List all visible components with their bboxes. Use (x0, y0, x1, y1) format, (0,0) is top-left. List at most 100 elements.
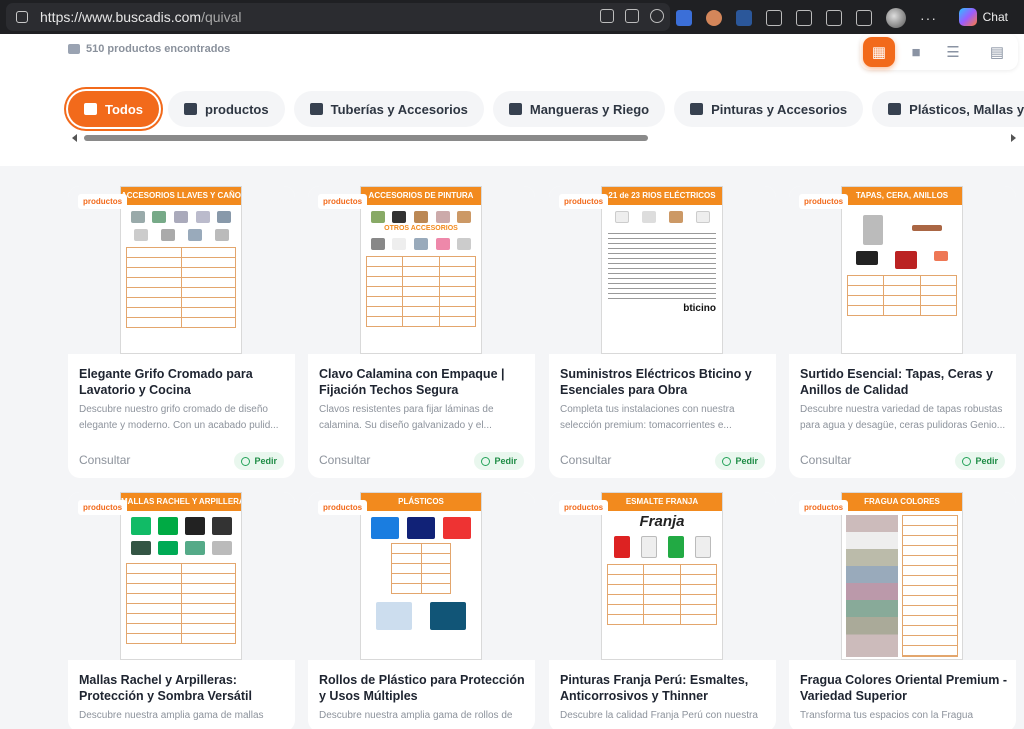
product-image[interactable]: TAPAS, CERA, ANILLOS (841, 186, 963, 354)
site-info-icon[interactable] (16, 11, 28, 23)
tab-label: productos (205, 101, 269, 117)
box-icon (888, 103, 902, 115)
whatsapp-icon (962, 456, 972, 466)
product-title[interactable]: Fragua Colores Oriental Premium - Varied… (800, 672, 1010, 704)
product-description: Descubre nuestra variedad de tapas robus… (800, 404, 1006, 431)
tab-mangueras[interactable]: Mangueras y Riego (492, 91, 666, 127)
category-tabs: Todos productos Tuberías y Accesorios Ma… (68, 91, 1024, 127)
category-badge: productos (318, 500, 368, 515)
tab-tuberias[interactable]: Tuberías y Accesorios (293, 91, 484, 127)
category-badge: productos (318, 194, 368, 209)
category-badge: productos (78, 500, 128, 515)
product-card[interactable]: ACCESORIOS DE PINTURA OTROS ACCESORIOS p… (308, 186, 535, 478)
product-title[interactable]: Surtido Esencial: Tapas, Ceras y Anillos… (800, 366, 1010, 398)
translate-icon[interactable] (676, 10, 692, 26)
price-consult: Consultar (800, 453, 852, 467)
product-card[interactable]: PLÁSTICOS productos Rollos de Plástico p… (308, 492, 535, 729)
document-view-icon[interactable]: ▤ (981, 37, 1013, 67)
image-subheading: OTROS ACCESORIOS (384, 225, 458, 232)
whatsapp-icon (481, 456, 491, 466)
tab-todos[interactable]: Todos (68, 91, 160, 127)
product-description: Completa tus instalaciones con nuestra s… (560, 404, 735, 431)
product-image-area: ACCESORIOS DE PINTURA OTROS ACCESORIOS p… (308, 186, 535, 354)
product-image[interactable]: ACCESORIOS LLAVES Y CAÑOS (120, 186, 242, 354)
product-title[interactable]: Mallas Rachel y Arpilleras: Protección y… (79, 672, 289, 704)
image-heading: PLÁSTICOS (361, 493, 481, 511)
product-image-area: FRAGUA COLORES productos (789, 492, 1016, 660)
product-image-area: MALLAS RACHEL Y ARPILLERAS productos (68, 492, 295, 660)
product-image-area: ACCESORIOS LLAVES Y CAÑOS productos (68, 186, 295, 354)
spec-list (608, 229, 716, 299)
scroll-left-arrow-icon[interactable] (72, 134, 77, 142)
favorite-star-icon[interactable] (650, 9, 664, 23)
image-heading: ACCESORIOS DE PINTURA (361, 187, 481, 205)
product-card[interactable]: TAPAS, CERA, ANILLOS productos Surtido E… (789, 186, 1016, 478)
whatsapp-icon (241, 456, 251, 466)
address-bar[interactable]: https://www.buscadis.com/quival (6, 3, 670, 31)
list-view-icon[interactable]: ☰ (937, 37, 969, 67)
share-icon[interactable] (856, 10, 872, 26)
product-image[interactable]: ACCESORIOS DE PINTURA OTROS ACCESORIOS (360, 186, 482, 354)
screenshot-icon[interactable] (826, 10, 842, 26)
price-consult: Consultar (319, 453, 371, 467)
order-button[interactable]: Pedir (474, 452, 524, 470)
product-card[interactable]: MALLAS RACHEL Y ARPILLERAS productos Mal… (68, 492, 295, 729)
image-heading: ESMALTE FRANJA (602, 493, 722, 511)
scroll-thumb[interactable] (84, 135, 648, 141)
scroll-right-arrow-icon[interactable] (1011, 134, 1016, 142)
order-label: Pedir (975, 456, 998, 466)
image-heading: MALLAS RACHEL Y ARPILLERAS (121, 493, 241, 511)
product-title[interactable]: Clavo Calamina con Empaque | Fijación Te… (319, 366, 529, 398)
product-title[interactable]: Rollos de Plástico para Protección y Uso… (319, 672, 529, 704)
word-extension-icon[interactable] (736, 10, 752, 26)
product-image[interactable]: 21 de 23 RIOS ELÉCTRICOS bticino (601, 186, 723, 354)
puzzle-extensions-icon[interactable] (766, 10, 782, 26)
product-description: Descubre nuestra amplia gama de rollos d… (319, 710, 513, 721)
product-image-area: 21 de 23 RIOS ELÉCTRICOS bticino product… (549, 186, 776, 354)
product-image[interactable]: ESMALTE FRANJA Franja (601, 492, 723, 660)
box-icon (508, 103, 522, 115)
color-table (902, 515, 958, 657)
product-card[interactable]: ACCESORIOS LLAVES Y CAÑOS productos Eleg… (68, 186, 295, 478)
image-heading: TAPAS, CERA, ANILLOS (842, 187, 962, 205)
filter-panel: 510 productos encontrados ▦ ■ ☰ ▤ Todos … (0, 34, 1024, 166)
favorites-icon[interactable] (796, 10, 812, 26)
order-button[interactable]: Pedir (234, 452, 284, 470)
price-consult: Consultar (560, 453, 612, 467)
tab-label: Pinturas y Accesorios (711, 101, 848, 117)
profile-avatar[interactable] (886, 8, 906, 28)
url-path: /quival (201, 9, 242, 25)
product-image-area: TAPAS, CERA, ANILLOS productos (789, 186, 1016, 354)
grid-view-icon[interactable]: ▦ (863, 37, 895, 67)
tab-pinturas[interactable]: Pinturas y Accesorios (674, 91, 864, 127)
apps-icon[interactable] (600, 9, 614, 23)
product-card[interactable]: FRAGUA COLORES productos Fragua Colores … (789, 492, 1016, 729)
product-card[interactable]: ESMALTE FRANJA Franja productos Pinturas… (549, 492, 776, 729)
results-count-text: 510 productos encontrados (86, 43, 231, 55)
category-scrollbar[interactable] (72, 134, 1016, 142)
product-image[interactable]: MALLAS RACHEL Y ARPILLERAS (120, 492, 242, 660)
price-consult: Consultar (79, 453, 131, 467)
extension-icon[interactable] (706, 10, 722, 26)
order-button[interactable]: Pedir (955, 452, 1005, 470)
tab-plasticos[interactable]: Plásticos, Mallas y Arpillera (872, 91, 1024, 127)
category-badge: productos (78, 194, 128, 209)
image-heading: FRAGUA COLORES (842, 493, 962, 511)
order-button[interactable]: Pedir (715, 452, 765, 470)
image-heading: 21 de 23 RIOS ELÉCTRICOS (602, 187, 722, 205)
product-title[interactable]: Elegante Grifo Cromado para Lavatorio y … (79, 366, 289, 398)
more-menu-icon[interactable]: ··· (920, 10, 937, 26)
single-view-icon[interactable]: ■ (900, 37, 932, 67)
reader-mode-icon[interactable] (625, 9, 639, 23)
tab-productos[interactable]: productos (168, 91, 285, 127)
product-card[interactable]: 21 de 23 RIOS ELÉCTRICOS bticino product… (549, 186, 776, 478)
copilot-chat-button[interactable]: Chat (953, 4, 1018, 30)
product-title[interactable]: Pinturas Franja Perú: Esmaltes, Anticorr… (560, 672, 770, 704)
category-badge: productos (559, 500, 609, 515)
box-icon (68, 44, 80, 54)
product-image[interactable]: PLÁSTICOS (360, 492, 482, 660)
view-mode-toggle: ▦ ■ ☰ ▤ (860, 34, 1018, 70)
product-image[interactable]: FRAGUA COLORES (841, 492, 963, 660)
url-text[interactable]: https://www.buscadis.com/quival (40, 9, 242, 25)
product-title[interactable]: Suministros Eléctricos Bticino y Esencia… (560, 366, 770, 398)
